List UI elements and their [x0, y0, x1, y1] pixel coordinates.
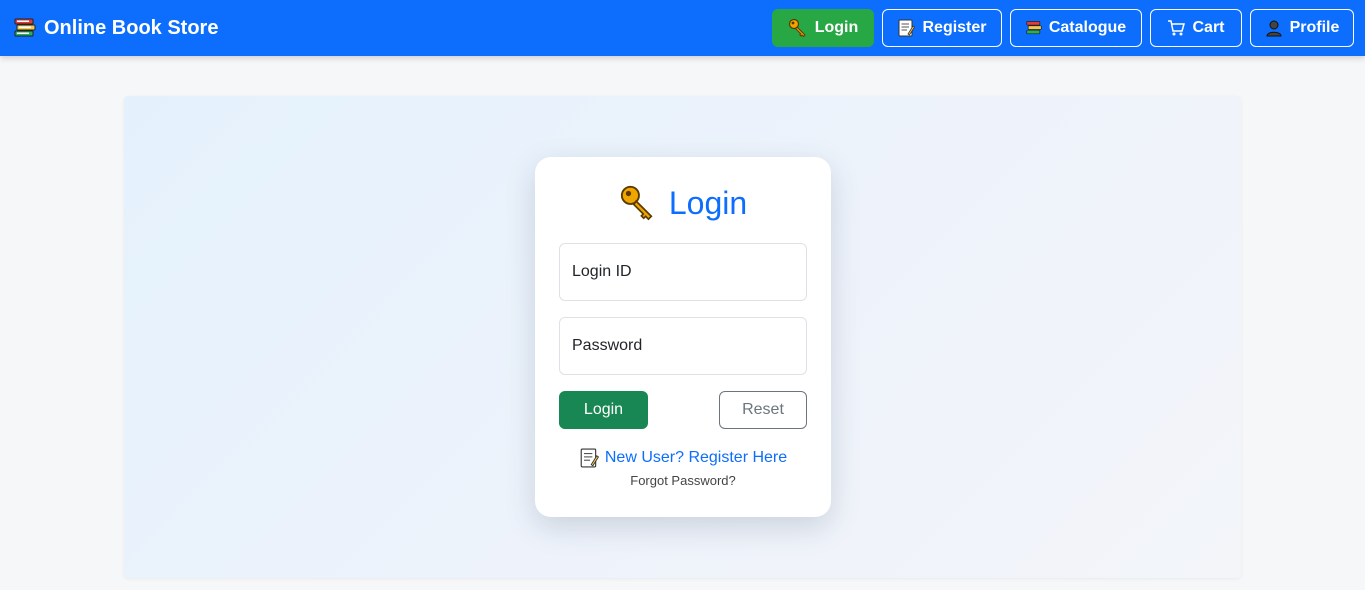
login-heading: Login	[668, 184, 748, 221]
nav-buttons: Login Register Catalogue Cart Profile	[772, 9, 1354, 47]
nav-catalogue-button[interactable]: Catalogue	[1010, 9, 1142, 47]
register-link-label: New User? Register Here	[604, 449, 788, 466]
login-submit-button[interactable]: Login	[559, 391, 648, 429]
nav-profile-label: Profile	[1289, 19, 1340, 36]
reset-button[interactable]: Reset	[719, 391, 807, 429]
login-id-placeholder: Login ID	[572, 263, 632, 280]
nav-catalogue-label: Catalogue	[1048, 19, 1127, 36]
key-icon	[619, 184, 657, 222]
nav-register-label: Register	[922, 19, 987, 36]
login-submit-label: Login	[583, 401, 624, 418]
register-link[interactable]: New User? Register Here	[535, 446, 831, 470]
reset-label: Reset	[742, 401, 784, 418]
nav-login-button[interactable]: Login	[772, 9, 874, 47]
brand-title: Online Book Store	[44, 16, 219, 39]
password-input[interactable]: Password	[559, 317, 807, 375]
password-placeholder: Password	[572, 337, 643, 354]
cart-icon	[1167, 19, 1186, 37]
memo-icon	[579, 448, 599, 468]
books-icon	[1026, 20, 1042, 36]
nav-cart-label: Cart	[1192, 19, 1225, 36]
nav-profile-button[interactable]: Profile	[1250, 9, 1354, 47]
nav-register-button[interactable]: Register	[882, 9, 1002, 47]
books-icon	[14, 17, 36, 39]
nav-login-label: Login	[814, 19, 859, 36]
navbar: Online Book Store Login Register Catalog…	[0, 0, 1365, 56]
nav-cart-button[interactable]: Cart	[1150, 9, 1242, 47]
memo-icon	[897, 19, 916, 37]
user-icon	[1265, 19, 1283, 37]
login-card-title: Login	[535, 181, 831, 225]
brand[interactable]: Online Book Store	[14, 0, 218, 56]
forgot-password-link[interactable]: Forgot Password?	[535, 473, 831, 493]
login-id-input[interactable]: Login ID	[559, 243, 807, 301]
key-icon	[788, 18, 808, 38]
login-card: Login Login ID Password Login Reset New …	[535, 157, 831, 517]
